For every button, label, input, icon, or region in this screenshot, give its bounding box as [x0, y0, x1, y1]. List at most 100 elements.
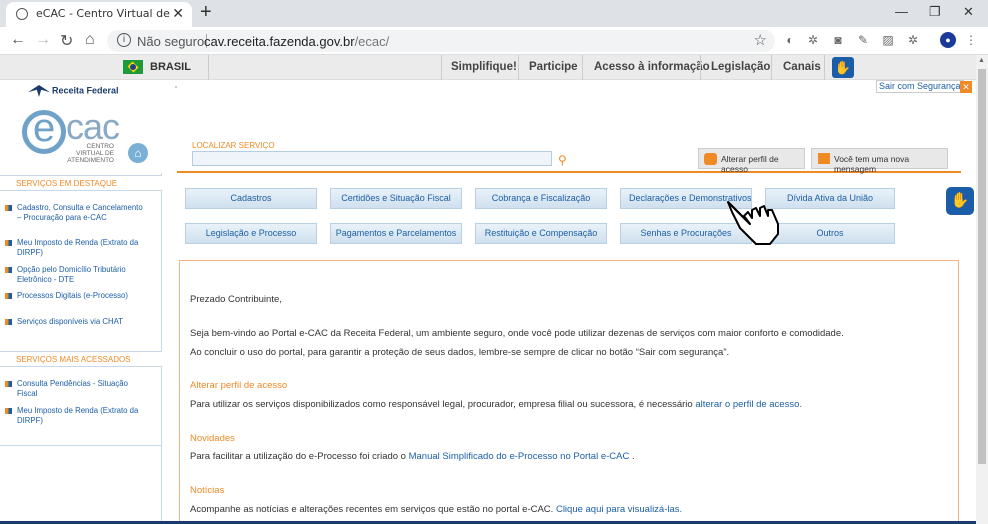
sidebar-section-title: SERVIÇOS EM DESTAQUE: [0, 175, 162, 191]
notices-link[interactable]: Clique aqui para visualizá-las.: [556, 504, 682, 515]
change-profile-link[interactable]: alterar o perfil de acesso.: [695, 399, 802, 410]
change-profile-button[interactable]: Alterar perfil de acesso: [698, 148, 805, 174]
separator: [700, 55, 701, 80]
accessibility-hand-icon[interactable]: ✋: [946, 187, 974, 215]
divider: [0, 445, 162, 446]
profile-avatar[interactable]: ●: [940, 32, 956, 48]
url-host: cav.receita.fazenda.gov.br: [204, 34, 355, 49]
receita-federal-logo[interactable]: Receita Federal: [28, 85, 119, 97]
extension-icon[interactable]: ▨: [881, 33, 895, 47]
users-icon: [704, 153, 717, 165]
sidebar-item-processos[interactable]: Processos Digitais (e-Processo): [5, 291, 147, 301]
sidebar-item-dte[interactable]: Opção pelo Domicílio Tributário Eletrôni…: [5, 265, 147, 284]
omnibox[interactable]: i Não seguro cav.receita.fazenda.gov.br/…: [107, 30, 775, 52]
greeting-text: Prezado Contribuinte,: [190, 294, 282, 305]
notices-heading: Notícias: [190, 485, 225, 496]
logout-close-icon[interactable]: ✕: [960, 81, 972, 93]
logout-button[interactable]: Sair com Segurança: [876, 80, 964, 93]
tab-title: eCAC - Centro Virtual de Atendimento: [36, 7, 171, 20]
org-name: Receita Federal: [52, 85, 119, 96]
govbar-link-canais[interactable]: Canais: [783, 61, 821, 73]
sidebar-item-imposto-renda[interactable]: Meu Imposto de Renda (Extrato da DIRPF): [5, 238, 147, 257]
news-paragraph: Para facilitar a utilização do e-Process…: [190, 451, 406, 462]
scroll-up-icon[interactable]: ▲: [978, 57, 985, 64]
reload-icon[interactable]: ↻: [60, 31, 73, 51]
home-icon[interactable]: ⌂: [85, 31, 95, 49]
restore-icon[interactable]: ❐: [929, 4, 941, 20]
profile-text: Para utilizar os serviços disponibilizad…: [190, 399, 802, 410]
search-input[interactable]: [192, 151, 552, 166]
new-tab-button[interactable]: +: [200, 1, 212, 24]
back-icon[interactable]: ←: [10, 31, 26, 49]
separator: [518, 55, 519, 80]
scrollbar-thumb[interactable]: [978, 69, 986, 464]
brazil-flag-icon: [123, 60, 143, 74]
url-path: /ecac/: [354, 34, 390, 49]
welcome-panel: [179, 260, 959, 524]
govbar-link-simplifique[interactable]: Simplifique!: [451, 61, 517, 73]
security-label: Não seguro: [137, 34, 205, 49]
logout-tip-text: Ao concluir o uso do portal, para garant…: [190, 347, 730, 358]
notices-paragraph: Acompanhe as notícias e alterações recen…: [190, 504, 554, 515]
sidebar-item-pendencias[interactable]: Consulta Pendências - Situação Fiscal: [5, 379, 147, 398]
logo-subtitle: CENTRO VIRTUAL DE ATENDIMENTO: [67, 143, 114, 164]
sidebar-item-chat[interactable]: Serviços disponíveis via CHAT: [5, 317, 147, 327]
browser-tab[interactable]: eCAC - Centro Virtual de Atendimento ✕: [6, 2, 192, 27]
url[interactable]: cav.receita.fazenda.gov.br/ecac/: [204, 34, 389, 49]
search-label: LOCALIZAR SERVIÇO: [192, 141, 275, 150]
govbar-link-legislacao[interactable]: Legislação: [711, 61, 770, 73]
scrollbar[interactable]: ▲: [976, 55, 988, 524]
camera-icon[interactable]: ◙: [831, 33, 845, 47]
service-pagamentos[interactable]: Pagamentos e Parcelamentos: [330, 223, 462, 244]
news-end: .: [631, 451, 635, 462]
address-bar: ← → ↻ ⌂ i Não seguro cav.receita.fazenda…: [0, 27, 988, 55]
extension-icon[interactable]: ◐: [783, 33, 797, 47]
manual-link[interactable]: Manual Simplificado do e-Processo no Por…: [409, 451, 630, 462]
service-cadastros[interactable]: Cadastros: [185, 188, 317, 209]
separator: [824, 55, 825, 80]
minimize-icon[interactable]: —: [895, 4, 908, 19]
govbar-link-acesso[interactable]: Acesso à informação: [594, 61, 710, 73]
profile-paragraph: Para utilizar os serviços disponibilizad…: [190, 399, 693, 410]
bookmark-star-icon[interactable]: ☆: [754, 31, 767, 49]
news-text: Para facilitar a utilização do e-Process…: [190, 451, 635, 462]
service-cobranca[interactable]: Cobrança e Fiscalização: [475, 188, 607, 209]
search-icon[interactable]: ⚲: [558, 153, 567, 167]
separator: [582, 55, 583, 80]
notices-text: Acompanhe as notícias e alterações recen…: [190, 504, 682, 515]
messages-button[interactable]: Você tem uma nova mensagem: [811, 148, 948, 174]
menu-icon[interactable]: ⋮: [964, 33, 978, 47]
browser-tab-bar: eCAC - Centro Virtual de Atendimento ✕ +…: [0, 0, 988, 27]
close-tab-icon[interactable]: ✕: [172, 5, 184, 22]
extension-icon[interactable]: ✲: [806, 33, 820, 47]
hand-cursor-icon: [727, 201, 779, 245]
vlibras-icon[interactable]: ✋: [832, 57, 854, 78]
sidebar-section-title: SERVIÇOS MAIS ACESSADOS: [0, 351, 162, 367]
envelope-icon: [818, 153, 830, 164]
decorative-dot: [175, 86, 177, 88]
sidebar: SERVIÇOS EM DESTAQUE Cadastro, Consulta …: [0, 173, 162, 523]
govbar-link-participe[interactable]: Participe: [529, 61, 578, 73]
welcome-text: Seja bem-vindo ao Portal e-CAC da Receit…: [190, 328, 844, 339]
receita-bird-icon: [28, 85, 50, 97]
service-legislacao[interactable]: Legislação e Processo: [185, 223, 317, 244]
service-restituicao[interactable]: Restituição e Compensação: [475, 223, 607, 244]
forward-icon[interactable]: →: [35, 31, 51, 49]
service-certidoes[interactable]: Certidões e Situação Fiscal: [330, 188, 462, 209]
profile-heading: Alterar perfil de acesso: [190, 380, 288, 391]
news-heading: Novidades: [190, 433, 235, 444]
government-bar: BRASIL Simplifique! Participe Acesso à i…: [0, 55, 988, 80]
sidebar-item-procuracao[interactable]: Cadastro, Consulta e Cancelamento – Proc…: [5, 203, 147, 222]
ecac-logo[interactable]: cac CENTRO VIRTUAL DE ATENDIMENTO: [22, 106, 120, 164]
extension-icon[interactable]: ✲: [906, 33, 920, 47]
close-window-icon[interactable]: ✕: [963, 4, 974, 20]
home-button[interactable]: ⌂: [128, 143, 148, 163]
globe-icon: [16, 8, 28, 20]
separator: [771, 55, 772, 80]
brasil-link[interactable]: BRASIL: [150, 61, 191, 73]
sidebar-item-imposto-renda[interactable]: Meu Imposto de Renda (Extrato da DIRPF): [5, 406, 147, 425]
info-icon[interactable]: i: [117, 33, 131, 47]
extension-icon[interactable]: ✎: [856, 33, 870, 47]
separator: [441, 55, 442, 80]
separator: [208, 55, 209, 80]
